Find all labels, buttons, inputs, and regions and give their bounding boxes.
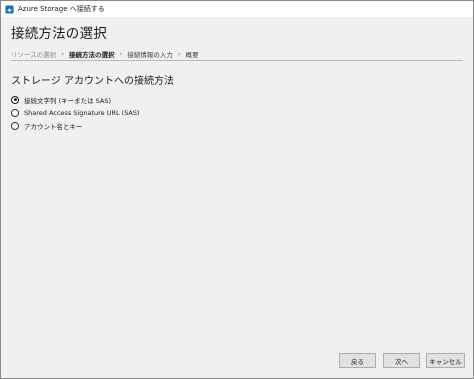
breadcrumb-step-select-resource: リソースの選択 [11, 51, 57, 59]
dialog-window: Azure Storage へ接続する 接続方法の選択 リソースの選択 › 接続… [0, 0, 474, 379]
cancel-button[interactable]: キャンセル [426, 353, 465, 368]
radio-sas-url[interactable] [11, 108, 19, 117]
back-button[interactable]: 戻る [339, 353, 376, 368]
option-connection-string[interactable]: 接続文字列 (キーまたは SAS) [11, 93, 140, 106]
option-label: 接続文字列 (キーまたは SAS) [24, 96, 112, 105]
connection-method-radio-group: 接続文字列 (キーまたは SAS) Shared Access Signatur… [11, 93, 140, 132]
breadcrumb: リソースの選択 › 接続方法の選択 › 接続情報の入力 › 概要 [11, 47, 463, 61]
chevron-right-icon: › [119, 50, 123, 58]
breadcrumb-divider [11, 60, 463, 61]
option-account-name-key[interactable]: アカウント名とキー [11, 119, 140, 132]
radio-account-name-key[interactable] [11, 121, 19, 130]
breadcrumb-step-select-connection-method: 接続方法の選択 [69, 51, 115, 59]
title-bar: Azure Storage へ接続する [1, 1, 473, 17]
option-label: アカウント名とキー [24, 122, 83, 131]
window-title: Azure Storage へ接続する [18, 5, 105, 13]
section-heading: ストレージ アカウントへの接続方法 [11, 76, 174, 87]
chevron-right-icon: › [177, 50, 181, 58]
breadcrumb-step-enter-connection-info: 接続情報の入力 [127, 51, 173, 59]
azure-storage-plug-icon [5, 4, 14, 14]
radio-connection-string[interactable] [11, 95, 19, 104]
option-sas-url[interactable]: Shared Access Signature URL (SAS) [11, 106, 140, 119]
chevron-right-icon: › [61, 50, 64, 58]
option-label: Shared Access Signature URL (SAS) [24, 108, 140, 117]
page-title: 接続方法の選択 [11, 26, 107, 42]
next-button[interactable]: 次へ [383, 353, 420, 368]
breadcrumb-step-summary: 概要 [185, 51, 199, 59]
